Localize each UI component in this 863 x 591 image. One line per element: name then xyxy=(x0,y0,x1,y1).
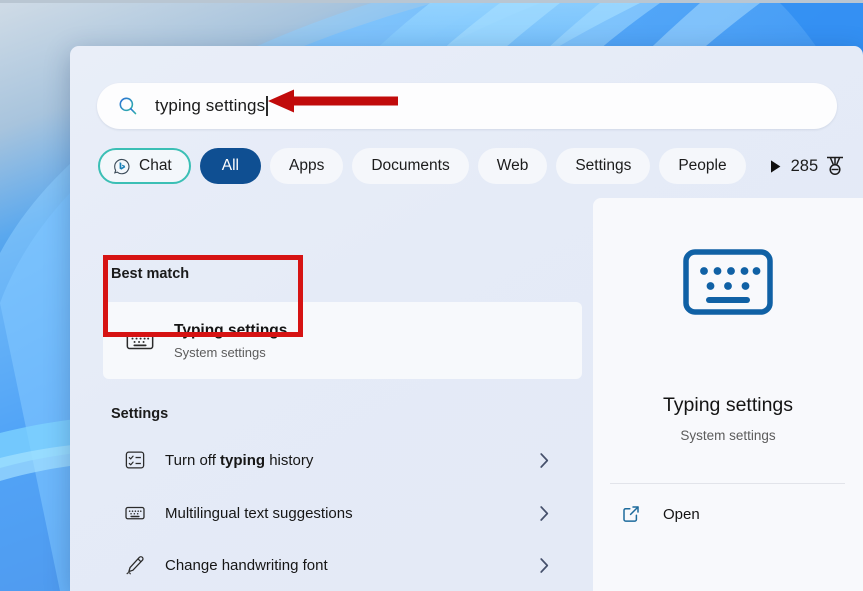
chevron-right-icon xyxy=(540,557,549,573)
settings-item-label: Multilingual text suggestions xyxy=(165,504,353,522)
best-match-text-block: Typing settings System settings xyxy=(174,321,287,361)
preview-subtitle: System settings xyxy=(680,428,776,443)
tab-chat[interactable]: Chat xyxy=(98,148,191,184)
tab-chat-label: Chat xyxy=(139,157,172,174)
windows-search-panel: typing settings Chat All Apps Documents xyxy=(70,46,863,591)
tab-all[interactable]: All xyxy=(199,148,261,184)
screen: typing settings Chat All Apps Documents xyxy=(0,0,863,591)
play-triangle-icon xyxy=(770,159,781,173)
tab-web-label: Web xyxy=(496,157,529,174)
keyboard-icon xyxy=(126,332,154,349)
search-filter-tabs: Chat All Apps Documents Web Settings Peo… xyxy=(98,147,844,185)
tab-apps[interactable]: Apps xyxy=(269,148,344,184)
rewards-indicator[interactable]: 285 xyxy=(791,155,852,177)
text-caret xyxy=(266,96,268,116)
tab-settings-label: Settings xyxy=(575,157,632,174)
settings-item-turn-off-typing-history[interactable]: Turn off typing history xyxy=(103,438,562,482)
tab-settings[interactable]: Settings xyxy=(556,148,651,184)
rewards-medal-icon xyxy=(827,156,844,176)
rewards-count: 285 xyxy=(790,156,819,175)
settings-item-multilingual-text-suggestions[interactable]: Multilingual text suggestions xyxy=(103,491,562,535)
settings-item-label: Change handwriting font xyxy=(165,556,328,574)
preview-open-label: Open xyxy=(663,505,700,523)
tab-documents-label: Documents xyxy=(371,157,450,174)
tab-people[interactable]: People xyxy=(659,148,746,184)
chevron-right-icon xyxy=(540,452,549,468)
tab-all-label: All xyxy=(221,157,239,174)
chevron-right-icon xyxy=(540,505,549,521)
tab-people-label: People xyxy=(678,157,727,174)
search-input-value: typing settings xyxy=(155,96,266,115)
external-link-icon xyxy=(623,506,639,522)
bing-chat-icon xyxy=(114,158,130,174)
preview-panel: Typing settings System settings Open xyxy=(593,198,863,591)
best-match-subtitle: System settings xyxy=(174,344,266,360)
pen-icon xyxy=(126,556,144,575)
search-input[interactable]: typing settings xyxy=(97,83,837,129)
preview-title: Typing settings xyxy=(662,394,794,416)
settings-item-label: Turn off typing history xyxy=(165,451,314,469)
keyboard-icon-large xyxy=(683,249,773,315)
section-header-settings: Settings xyxy=(111,406,169,422)
results-list: Best match Typing settings System settin… xyxy=(70,198,593,591)
preview-divider xyxy=(610,483,845,484)
preview-open-action[interactable]: Open xyxy=(621,504,700,524)
more-filters-button[interactable] xyxy=(769,155,782,177)
tab-documents[interactable]: Documents xyxy=(352,148,469,184)
tab-web[interactable]: Web xyxy=(477,148,548,184)
settings-item-change-handwriting-font[interactable]: Change handwriting font xyxy=(103,543,562,587)
tab-apps-label: Apps xyxy=(288,157,325,174)
best-match-result-typing-settings[interactable]: Typing settings System settings xyxy=(103,302,582,379)
keyboard-icon xyxy=(125,506,145,520)
checklist-icon xyxy=(125,451,145,469)
best-match-title: Typing settings xyxy=(174,321,288,339)
search-icon xyxy=(119,97,137,115)
section-header-best-match: Best match xyxy=(111,266,190,282)
